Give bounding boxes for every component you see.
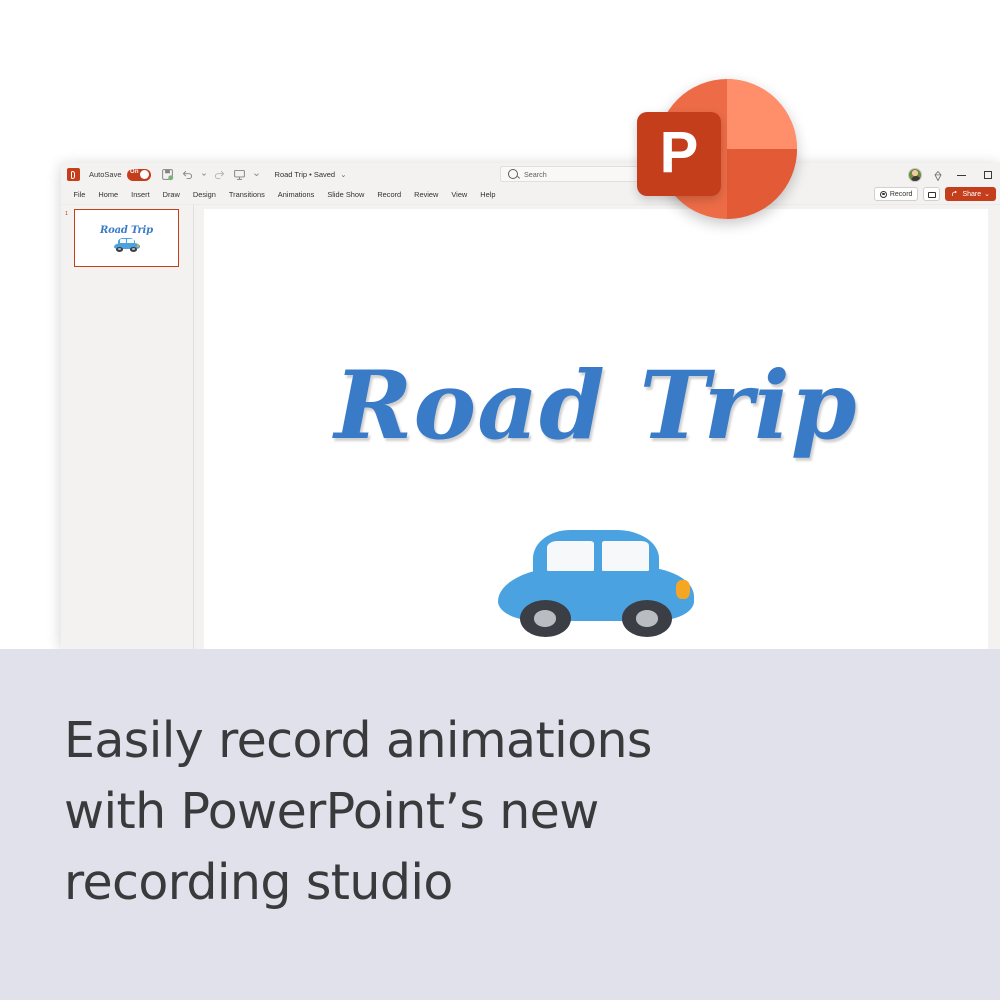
logo-square: P: [637, 112, 721, 196]
ribbon-right-actions: Record Share ⌄: [873, 187, 996, 201]
caption-band: Easily record animations with PowerPoint…: [0, 649, 1000, 1000]
ribbon-tab-strip: File Home Insert Draw Design Transitions…: [61, 186, 1000, 205]
slide-thumbnail-pane[interactable]: 1 Road Trip: [61, 205, 194, 649]
redo-icon[interactable]: [213, 168, 226, 181]
slide-thumbnail-title: Road Trip: [100, 224, 153, 236]
tab-animations[interactable]: Animations: [271, 186, 321, 204]
title-bar: AutoSave On Road Trip • Saved ⌄ Search: [61, 163, 1000, 186]
autosave-label: AutoSave: [89, 170, 122, 179]
tab-view[interactable]: View: [445, 186, 474, 204]
logo-circle-bottom-right: [727, 149, 797, 219]
slide-number: 1: [65, 211, 69, 217]
document-title[interactable]: Road Trip • Saved ⌄: [275, 170, 347, 179]
chevron-down-icon: ⌄: [340, 170, 347, 179]
tab-transitions[interactable]: Transitions: [222, 186, 271, 204]
tab-draw[interactable]: Draw: [156, 186, 186, 204]
record-button-label: Record: [889, 190, 913, 198]
document-title-text: Road Trip • Saved: [274, 170, 336, 179]
search-icon: [508, 169, 518, 179]
tab-home[interactable]: Home: [92, 186, 125, 204]
powerpoint-mini-logo-icon: [67, 168, 80, 181]
tab-file[interactable]: File: [67, 186, 92, 204]
save-icon[interactable]: [161, 168, 174, 181]
maximize-button[interactable]: [980, 167, 996, 183]
record-icon: [879, 190, 887, 198]
car-icon: [113, 237, 140, 252]
present-icon[interactable]: [233, 168, 246, 181]
autosave-state-label: On: [130, 169, 139, 175]
tab-record[interactable]: Record: [371, 186, 408, 204]
tab-design[interactable]: Design: [186, 186, 222, 204]
avatar[interactable]: [908, 167, 922, 182]
tab-insert[interactable]: Insert: [125, 186, 156, 204]
diamond-icon[interactable]: [932, 169, 944, 181]
slide-thumbnail-1[interactable]: Road Trip: [74, 209, 179, 267]
powerpoint-logo: P: [637, 79, 797, 239]
quick-access-toolbar: [161, 168, 259, 181]
tab-help[interactable]: Help: [474, 186, 502, 204]
share-icon: [951, 190, 959, 198]
slide-title-textbox[interactable]: Road Trip: [204, 359, 988, 453]
comments-button[interactable]: [923, 187, 941, 201]
car-illustration[interactable]: [498, 521, 694, 637]
autosave-toggle[interactable]: On: [126, 168, 151, 181]
toggle-knob: [140, 170, 150, 179]
share-button-label: Share: [962, 190, 982, 198]
search-placeholder: Search: [524, 169, 547, 179]
caption-text: Easily record animations with PowerPoint…: [64, 712, 652, 911]
qat-overflow-icon[interactable]: [253, 168, 259, 181]
share-button[interactable]: Share ⌄: [945, 187, 996, 201]
work-area: 1 Road Trip Road Trip: [61, 205, 1000, 649]
powerpoint-window: AutoSave On Road Trip • Saved ⌄ Search F…: [61, 163, 1000, 649]
slide-canvas[interactable]: Road Trip: [204, 209, 988, 649]
minimize-button[interactable]: [954, 167, 970, 183]
undo-dropdown-icon[interactable]: [201, 168, 206, 181]
share-chevron-icon: ⌄: [984, 191, 990, 198]
tab-slide-show[interactable]: Slide Show: [321, 186, 371, 204]
tab-review[interactable]: Review: [408, 186, 445, 204]
record-button[interactable]: Record: [873, 187, 919, 201]
slide-canvas-pane: Road Trip: [194, 205, 1000, 649]
logo-circle-top-right: [727, 79, 797, 149]
logo-letter: P: [659, 119, 699, 185]
title-bar-right-cluster: [908, 163, 996, 186]
undo-icon[interactable]: [181, 168, 194, 181]
